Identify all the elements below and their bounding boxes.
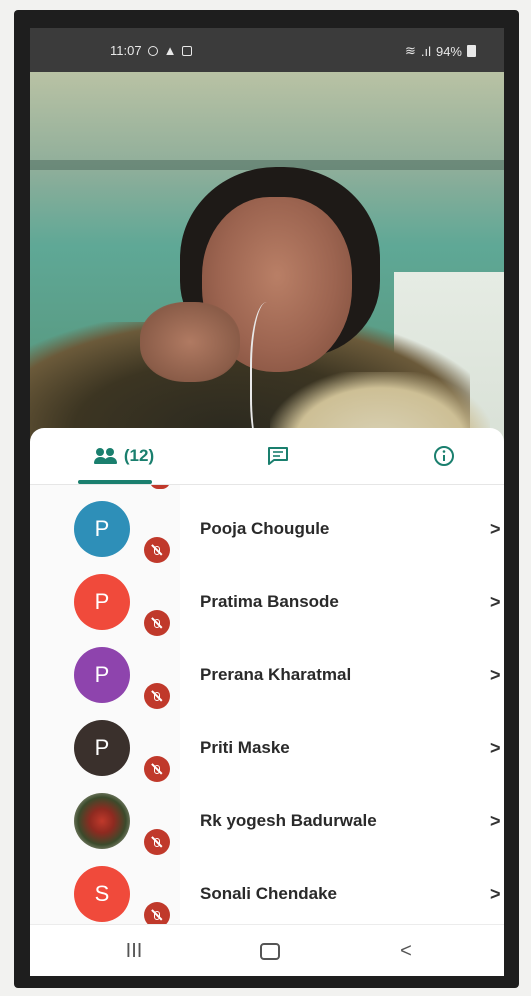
participant-row[interactable]: P Priti Maske >	[30, 712, 504, 785]
status-right: ≋ .ıl 94%	[405, 43, 476, 59]
participant-name: Priti Maske	[200, 738, 290, 757]
home-icon	[260, 942, 280, 960]
tab-bar: (12)	[30, 428, 504, 485]
phone-screen: 11:07 ▲ ≋ .ıl 94% (12) P Pooja Chougule …	[30, 28, 504, 976]
participant-row[interactable]: S Sonali Chendake >	[30, 858, 504, 931]
mic-off-icon	[144, 610, 170, 636]
tab-chat[interactable]	[258, 428, 298, 484]
android-nav-bar: III <	[30, 924, 504, 976]
mic-off-icon	[144, 683, 170, 709]
chevron-right-icon: >	[490, 519, 501, 539]
chat-icon	[268, 447, 288, 465]
whatsapp-icon	[147, 45, 158, 56]
avatar: P	[74, 574, 130, 630]
video-person-hand	[140, 302, 240, 382]
mic-off-icon	[144, 537, 170, 563]
status-bar: 11:07 ▲ ≋ .ıl 94%	[30, 28, 504, 72]
participant-name: Rk yogesh Badurwale	[200, 811, 377, 830]
participant-row[interactable]: P Pooja Chougule >	[30, 493, 504, 566]
home-button[interactable]	[250, 935, 290, 967]
active-tab-indicator	[78, 480, 152, 484]
status-time: 11:07	[110, 43, 142, 58]
mic-off-icon	[144, 756, 170, 782]
battery-icon	[467, 45, 476, 57]
drive-icon: ▲	[163, 43, 177, 58]
signal-icon: .ıl	[420, 43, 431, 59]
mic-off-icon	[144, 829, 170, 855]
recents-button[interactable]: III	[114, 935, 154, 967]
avatar: S	[74, 866, 130, 922]
video-feed[interactable]	[30, 72, 504, 458]
chevron-right-icon: >	[490, 884, 501, 904]
tab-participants[interactable]: (12)	[74, 428, 174, 484]
avatar: P	[74, 501, 130, 557]
participant-name: Prerana Kharatmal	[200, 665, 352, 684]
participant-row[interactable]: P Prerana Kharatmal >	[30, 639, 504, 712]
participant-row[interactable]: Rk yogesh Badurwale >	[30, 785, 504, 858]
participant-list: P Pooja Chougule > P Pratima Bansode > P…	[30, 485, 504, 937]
participant-name: Sonali Chendake	[200, 884, 337, 903]
chevron-right-icon: >	[490, 665, 501, 685]
participants-count: (12)	[123, 446, 155, 465]
chevron-right-icon: >	[490, 811, 501, 831]
gallery-icon	[182, 45, 193, 56]
avatar: P	[74, 720, 130, 776]
participant-name: Pooja Chougule	[200, 519, 330, 538]
tab-info[interactable]	[424, 428, 464, 484]
avatar-photo	[74, 793, 130, 849]
battery-level: 94%	[435, 43, 462, 59]
back-button[interactable]: <	[386, 935, 426, 967]
chevron-right-icon: >	[490, 738, 501, 758]
participant-name: Pratima Bansode	[200, 592, 339, 611]
people-icon	[93, 448, 118, 464]
participant-row[interactable]: P Pratima Bansode >	[30, 566, 504, 639]
wifi-icon: ≋	[404, 43, 416, 58]
info-icon	[434, 446, 454, 466]
status-left: 11:07 ▲	[110, 43, 193, 58]
avatar: P	[74, 647, 130, 703]
chevron-right-icon: >	[490, 592, 501, 612]
